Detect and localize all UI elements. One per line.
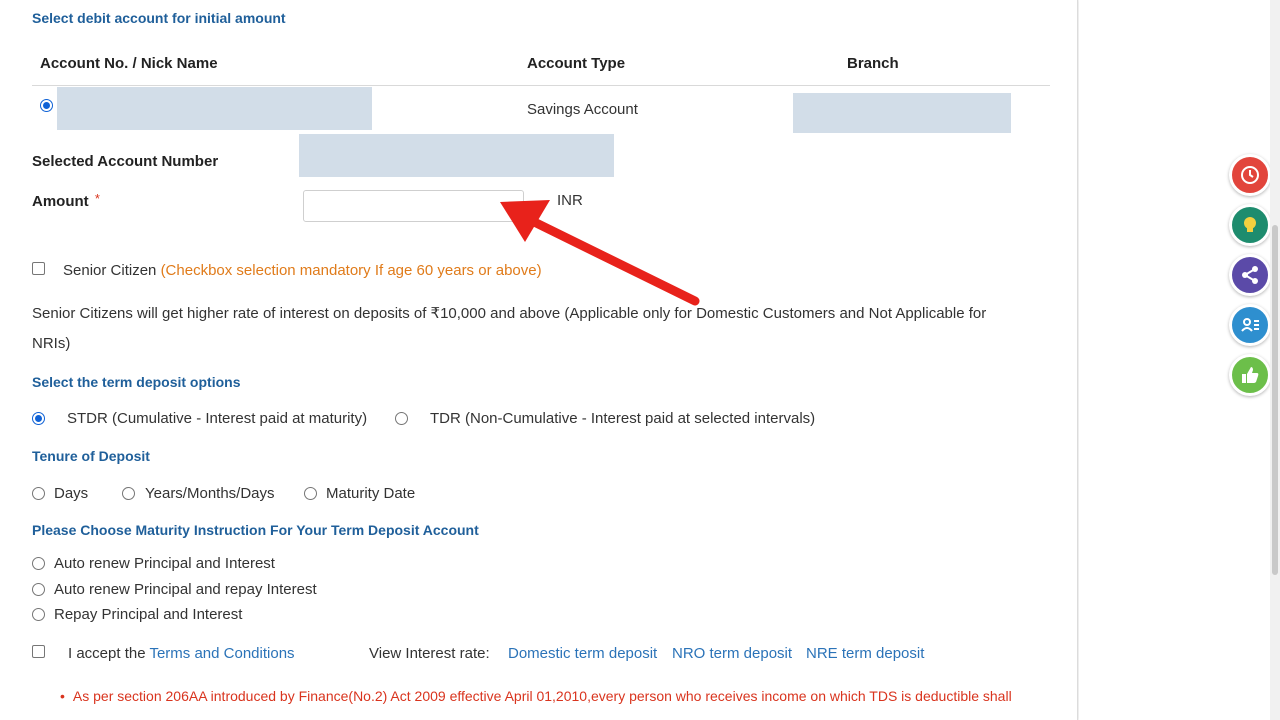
accept-terms-prefix: I accept the: [68, 645, 146, 662]
tenure-title: Tenure of Deposit: [32, 448, 150, 464]
maturity-option-2-label[interactable]: Auto renew Principal and repay Interest: [54, 581, 317, 598]
selected-account-label: Selected Account Number: [32, 153, 219, 170]
share-button[interactable]: [1229, 254, 1271, 296]
debit-section-title: Select debit account for initial amount: [32, 10, 286, 26]
tenure-maturity-date-radio[interactable]: [304, 487, 317, 500]
maturity-option-1-radio[interactable]: [32, 557, 45, 570]
ideas-button[interactable]: [1229, 204, 1271, 246]
required-asterisk: *: [94, 191, 100, 206]
tds-footnote: • As per section 206AA introduced by Fina…: [60, 688, 1012, 704]
tenure-days-label[interactable]: Days: [54, 485, 88, 502]
maturity-option-3-label[interactable]: Repay Principal and Interest: [54, 606, 242, 623]
tenure-ymd-label[interactable]: Years/Months/Days: [145, 485, 275, 502]
footnote-bullet-icon: •: [60, 688, 65, 704]
amount-label: Amount *: [32, 191, 100, 210]
senior-citizen-row: Senior Citizen (Checkbox selection manda…: [63, 262, 542, 279]
nre-term-deposit-link[interactable]: NRE term deposit: [806, 645, 924, 662]
table-divider: [32, 85, 1050, 86]
lightbulb-icon: [1244, 217, 1256, 232]
tenure-maturity-date-label[interactable]: Maturity Date: [326, 485, 415, 502]
page-scrollbar[interactable]: [1270, 0, 1280, 720]
tds-footnote-text: As per section 206AA introduced by Finan…: [72, 688, 1012, 704]
maturity-option-2-radio[interactable]: [32, 583, 45, 596]
view-interest-rate-label: View Interest rate:: [369, 645, 490, 662]
stdr-radio[interactable]: [32, 412, 45, 425]
selected-account-number-redacted: [299, 134, 614, 177]
tdr-label[interactable]: TDR (Non-Cumulative - Interest paid at s…: [430, 410, 815, 427]
account-number-redacted: [57, 87, 372, 130]
column-header-account-type: Account Type: [527, 55, 626, 72]
column-header-branch: Branch: [847, 55, 899, 72]
column-header-account: Account No. / Nick Name: [40, 55, 218, 72]
account-select-radio[interactable]: [40, 99, 53, 112]
tdr-radio[interactable]: [395, 412, 408, 425]
stdr-label[interactable]: STDR (Cumulative - Interest paid at matu…: [67, 410, 367, 427]
feedback-button[interactable]: [1229, 354, 1271, 396]
annotation-arrow-icon: [500, 200, 700, 306]
tenure-ymd-radio[interactable]: [122, 487, 135, 500]
profile-list-icon: [1241, 318, 1259, 332]
footnote-continuation-cropped: [75, 712, 955, 720]
senior-citizen-checkbox[interactable]: [32, 262, 45, 275]
thumbs-up-icon: [1242, 367, 1259, 383]
maturity-option-1-label[interactable]: Auto renew Principal and Interest: [54, 555, 275, 572]
nro-term-deposit-link[interactable]: NRO term deposit: [672, 645, 792, 662]
maturity-option-3-radio[interactable]: [32, 608, 45, 621]
accept-terms-text: I accept the Terms and Conditions: [68, 645, 295, 662]
maturity-instruction-title: Please Choose Maturity Instruction For Y…: [32, 522, 479, 538]
account-type-value: Savings Account: [527, 101, 638, 118]
share-icon: [1242, 266, 1258, 284]
history-button[interactable]: [1229, 154, 1271, 196]
branch-redacted: [793, 93, 1011, 133]
scrollbar-thumb[interactable]: [1272, 225, 1278, 575]
profile-button[interactable]: [1229, 304, 1271, 346]
domestic-term-deposit-link[interactable]: Domestic term deposit: [508, 645, 657, 662]
accept-terms-checkbox[interactable]: [32, 645, 45, 658]
history-clock-icon: [1241, 166, 1259, 184]
senior-info-line-2: NRIs): [32, 335, 71, 352]
tenure-days-radio[interactable]: [32, 487, 45, 500]
term-options-title: Select the term deposit options: [32, 374, 241, 390]
amount-label-text: Amount: [32, 193, 89, 210]
terms-and-conditions-link[interactable]: Terms and Conditions: [149, 645, 294, 662]
senior-citizen-label: Senior Citizen: [63, 262, 157, 279]
